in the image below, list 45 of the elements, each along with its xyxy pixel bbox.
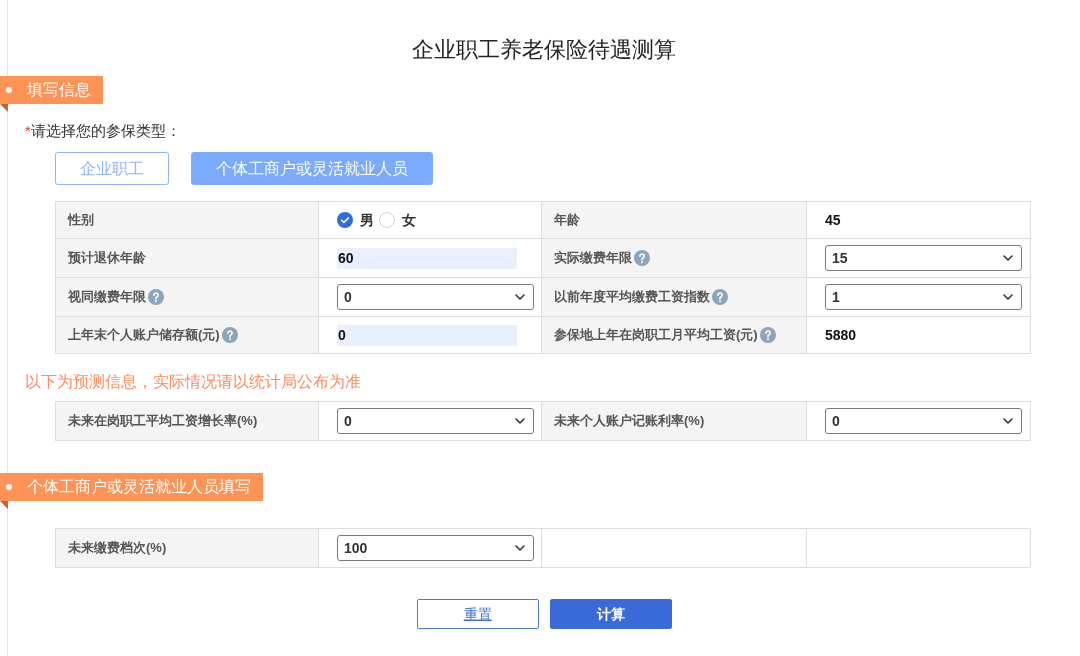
field-value: 45 xyxy=(825,212,841,228)
field-label: 未来个人账户记账利率(%) xyxy=(554,412,705,430)
help-icon[interactable] xyxy=(634,250,650,266)
field-value: 5880 xyxy=(825,327,857,343)
dropdown[interactable]: 0 xyxy=(825,408,1022,434)
bullet-dot-icon xyxy=(6,87,12,93)
help-icon[interactable] xyxy=(759,327,776,343)
help-icon[interactable] xyxy=(712,289,728,305)
field-label: 上年末个人账户储存额(元) xyxy=(68,326,220,344)
field-label: 参保地上年在岗职工月平均工资(元) xyxy=(554,326,758,344)
reset-button[interactable]: 重置 xyxy=(416,599,539,629)
radio-option[interactable]: 女 xyxy=(379,209,418,231)
help-icon[interactable] xyxy=(221,327,238,343)
field-label: 实际缴费年限 xyxy=(554,249,632,267)
section-title: 填写信息 xyxy=(27,80,91,100)
field-label: 以前年度平均缴费工资指数 xyxy=(554,288,710,306)
page-title: 企业职工养老保险待遇测算 xyxy=(412,36,676,64)
ribbon-fold-icon xyxy=(0,104,8,112)
bullet-dot-icon xyxy=(6,484,12,490)
radio-option[interactable]: 男 xyxy=(337,209,376,231)
field-label: 预计退休年龄 xyxy=(68,249,146,267)
field-label: 未来在岗职工平均工资增长率(%) xyxy=(68,412,258,430)
dropdown[interactable]: 0 xyxy=(337,408,534,434)
chevron-down-icon xyxy=(1003,294,1013,300)
insurance-type-prompt: *请选择您的参保类型： xyxy=(25,121,181,141)
field-label: 未来缴费档次(%) xyxy=(68,539,167,557)
field-label: 性别 xyxy=(68,211,94,229)
chevron-down-icon xyxy=(1003,255,1013,261)
text-input[interactable]: 0 xyxy=(337,324,517,346)
field-label: 视同缴费年限 xyxy=(68,288,146,306)
chevron-down-icon xyxy=(515,294,525,300)
text-input[interactable]: 60 xyxy=(337,247,517,269)
chevron-down-icon xyxy=(515,545,525,551)
dropdown[interactable]: 15 xyxy=(825,245,1022,271)
calculate-button[interactable]: 计算 xyxy=(549,599,672,629)
dropdown[interactable]: 0 xyxy=(337,284,534,310)
forecast-note: 以下为预测信息，实际情况请以统计局公布为准 xyxy=(25,372,361,392)
dropdown[interactable]: 1 xyxy=(825,284,1022,310)
dropdown[interactable]: 100 xyxy=(337,535,534,561)
chevron-down-icon xyxy=(1003,418,1013,424)
help-icon[interactable] xyxy=(148,289,164,305)
field-label: 年龄 xyxy=(554,211,580,229)
ribbon-fold-icon xyxy=(0,501,8,509)
chevron-down-icon xyxy=(515,418,525,424)
section-title: 个体工商户或灵活就业人员填写 xyxy=(27,477,251,497)
